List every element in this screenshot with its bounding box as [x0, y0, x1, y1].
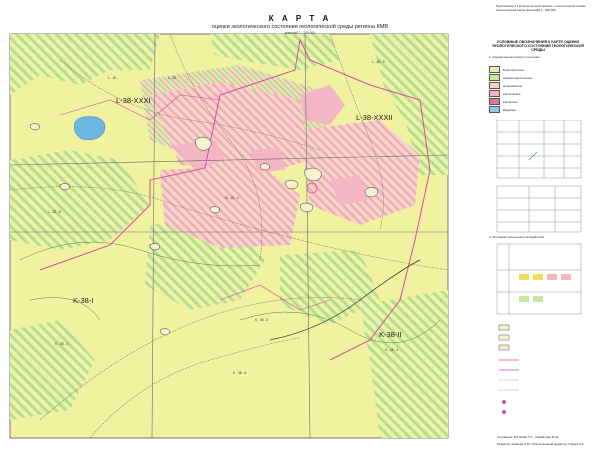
legend-swatch: [489, 82, 500, 89]
legend-panel: УСЛОВНЫЕ ОБОЗНАЧЕНИЯ К КАРТЕ ОЦЕНКИ ЭКОЛ…: [489, 28, 587, 428]
legend-row: Благоприятное: [489, 66, 524, 73]
legend-label: Напряжённое: [503, 83, 523, 88]
map-sheet: К А Р Т А оценки экологического состояни…: [0, 0, 600, 455]
legend-row: Напряжённое: [489, 82, 522, 89]
region-label-k38ii: K-38-II: [379, 330, 402, 339]
legend-section-1: 1. Оценка экологического состояния: [489, 55, 540, 59]
map-title: К А Р Т А: [268, 14, 332, 23]
legend-label: Благоприятное: [503, 67, 525, 72]
footer-authors: Составили: Б.Б.Шабо Т.С., Самойлова Ю.Д.: [497, 435, 559, 439]
sheet-label: L - 38 -: [168, 76, 178, 80]
legend-label: Удовлетворительное: [503, 75, 533, 80]
legend-row: Удовлетворительное: [489, 74, 532, 81]
sheet-label: K - 38 - 5: [255, 318, 269, 322]
sheet-label: L - 38 - 9: [372, 60, 385, 64]
sheet-label: L - 38 - 8: [48, 210, 61, 214]
legend-row: Кризисное: [489, 98, 518, 105]
sheet-label: K - 38 - 1: [55, 342, 69, 346]
map-title-block: К А Р Т А оценки экологического состояни…: [150, 14, 450, 35]
sheet-label: K - 38 - 3: [385, 348, 399, 352]
legend-section-2: 2. Источники техногенного воздействия: [489, 235, 544, 239]
legend-header-note: Приложение 4 к Пояснительной записке к г…: [496, 4, 586, 12]
region-label-k38i: K-38-I: [73, 296, 94, 305]
legend-swatch: [489, 98, 500, 105]
legend-tables: [496, 120, 582, 414]
footer-editor: Редактор: Ковалёв А.Ю. Ответственный ред…: [497, 442, 585, 446]
sheet-label: M - 38 - 4: [225, 196, 239, 200]
sheet-label: K - 38 - 6: [233, 371, 247, 375]
lake: [74, 116, 106, 140]
legend-label: Кризисное: [503, 99, 518, 104]
map-scale: масштаб 1 : 200 000: [285, 31, 315, 35]
legend-label: Критическое: [503, 91, 521, 96]
legend-label: Водоёмы: [503, 107, 516, 112]
region-label-l38xxxii: L-38-XXXII: [356, 113, 393, 122]
legend-swatch: [489, 106, 500, 113]
legend-heading: УСЛОВНЫЕ ОБОЗНАЧЕНИЯ К КАРТЕ ОЦЕНКИ ЭКОЛ…: [492, 40, 584, 52]
legend-swatch: [489, 74, 500, 81]
legend-swatch: [489, 66, 500, 73]
map-subtitle: оценки экологического состояния геологич…: [211, 24, 389, 30]
region-label-l38xxxi: L-38-XXXI: [116, 96, 151, 105]
legend-swatch: [489, 90, 500, 97]
legend-row: Критическое: [489, 90, 521, 97]
legend-row: Водоёмы: [489, 106, 516, 113]
sheet-label: L - 38 -: [108, 76, 118, 80]
